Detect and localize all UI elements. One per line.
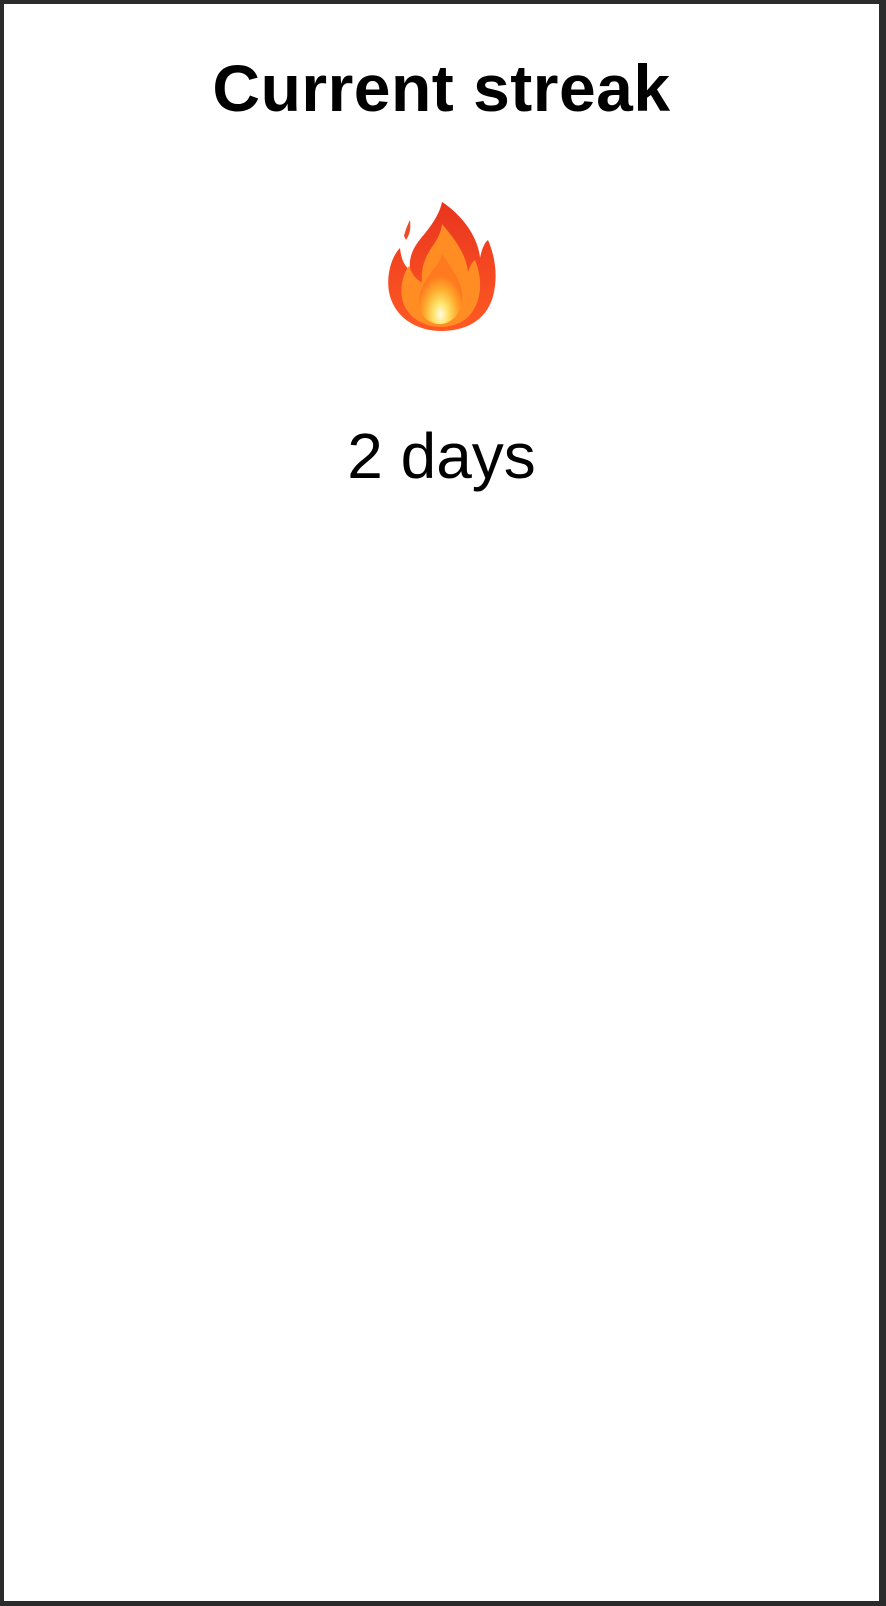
streak-value: 2 days: [347, 420, 536, 492]
page-title: Current streak: [212, 51, 671, 125]
streak-screen: Current streak 2 days: [4, 4, 879, 1601]
fire-icon: [384, 200, 500, 336]
